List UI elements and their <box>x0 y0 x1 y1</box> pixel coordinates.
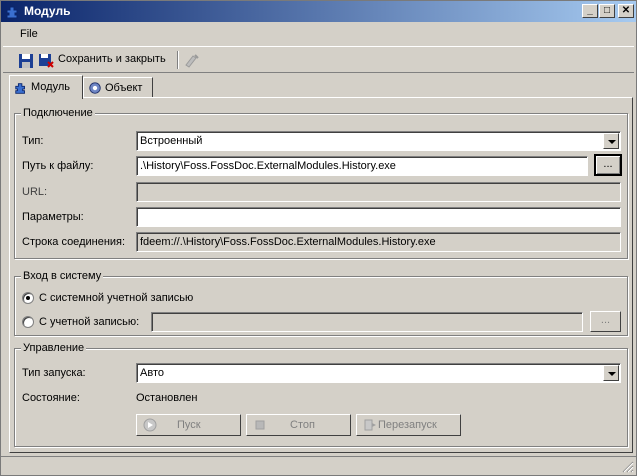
state-label: Состояние: <box>22 392 80 404</box>
path-value: .\History\Foss.FossDoc.ExternalModules.H… <box>140 160 396 172</box>
startup-type-value: Авто <box>140 367 164 379</box>
minimize-button[interactable]: _ <box>582 4 598 18</box>
account-browse-button[interactable]: ... <box>590 311 621 332</box>
stop-label: Стоп <box>290 419 315 431</box>
save-close-icon <box>39 54 54 68</box>
connection-group-title: Подключение <box>21 107 95 119</box>
params-input[interactable] <box>136 207 621 227</box>
startup-type-label: Тип запуска: <box>22 367 86 379</box>
type-select[interactable]: Встроенный <box>136 131 621 151</box>
maximize-button[interactable]: □ <box>599 4 615 18</box>
window-title: Модуль <box>24 4 71 18</box>
conn-string-value: fdeem://.\History\Foss.FossDoc.ExternalM… <box>140 236 436 248</box>
menu-file[interactable]: File <box>20 28 38 40</box>
play-icon <box>143 418 157 432</box>
account-browse-label: ... <box>600 314 611 326</box>
restart-icon <box>364 419 376 431</box>
puzzle-icon <box>5 4 21 20</box>
stop-icon <box>255 420 265 430</box>
url-input[interactable] <box>136 182 621 202</box>
browse-path-button[interactable]: ... <box>594 154 622 176</box>
toolbar-separator <box>177 51 179 69</box>
tab-panel-module: Подключение Тип: Встроенный Путь к файлу… <box>9 97 633 453</box>
url-label: URL: <box>22 186 48 198</box>
type-value: Встроенный <box>140 135 203 147</box>
path-input[interactable]: .\History\Foss.FossDoc.ExternalModules.H… <box>136 156 588 176</box>
account-input[interactable] <box>151 312 583 332</box>
params-label: Параметры: <box>22 211 84 223</box>
puzzle-icon <box>15 83 25 94</box>
type-label: Тип: <box>22 135 44 147</box>
login-group: Вход в систему С системной учетной запис… <box>14 270 628 336</box>
conn-string-input[interactable]: fdeem://.\History\Foss.FossDoc.ExternalM… <box>136 232 621 252</box>
login-group-title: Вход в систему <box>21 270 104 282</box>
floppy-disk-icon[interactable] <box>18 53 34 69</box>
toolbar: Сохранить и закрыть <box>3 46 634 73</box>
start-button[interactable]: Пуск <box>136 414 241 436</box>
gear-icon <box>89 82 101 94</box>
save-and-close-label: Сохранить и закрыть <box>58 53 166 65</box>
startup-type-select[interactable]: Авто <box>136 363 621 383</box>
tab-object-label: Объект <box>105 82 143 94</box>
status-bar <box>1 456 636 475</box>
conn-string-label: Строка соединения: <box>22 236 126 248</box>
start-label: Пуск <box>177 419 201 431</box>
restart-label: Перезапуск <box>378 419 437 431</box>
tab-module-label: Модуль <box>31 81 70 93</box>
control-group: Управление Тип запуска: Авто Состояние: … <box>14 342 628 447</box>
radio-selected-dot <box>26 296 30 300</box>
account-label: С учетной записью: <box>39 316 140 328</box>
menu-bar: File <box>1 23 636 45</box>
chevron-down-icon[interactable] <box>603 133 619 149</box>
system-account-label: С системной учетной записью <box>39 292 194 304</box>
account-radio[interactable] <box>22 316 34 328</box>
state-value: Остановлен <box>136 392 198 404</box>
tab-module[interactable]: Модуль <box>9 75 83 99</box>
title-bar[interactable]: Модуль _ □ ✕ <box>1 1 636 22</box>
chevron-down-icon[interactable] <box>603 365 619 381</box>
tool-icon[interactable] <box>183 52 201 68</box>
close-button[interactable]: ✕ <box>618 4 634 18</box>
module-window: Модуль _ □ ✕ File Сохранить и закрыть Мо… <box>0 0 637 476</box>
restart-button[interactable]: Перезапуск <box>356 414 461 436</box>
tab-object[interactable]: Объект <box>83 77 153 98</box>
control-group-title: Управление <box>21 342 87 354</box>
system-account-radio[interactable] <box>22 292 34 304</box>
path-label: Путь к файлу: <box>22 160 94 172</box>
browse-path-label: ... <box>603 158 613 170</box>
resize-grip-icon[interactable] <box>622 461 634 473</box>
connection-group: Подключение Тип: Встроенный Путь к файлу… <box>14 107 628 259</box>
stop-button[interactable]: Стоп <box>246 414 351 436</box>
